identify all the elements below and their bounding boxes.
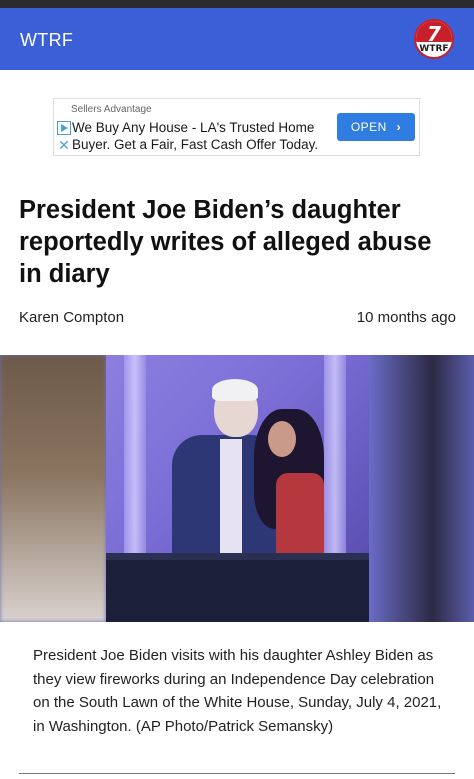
caption-area: President Joe Biden visits with his daug… [0,622,474,779]
article-author[interactable]: Karen Compton [19,309,124,326]
ad-open-button[interactable]: OPEN › [337,113,415,141]
article-timestamp: 10 months ago [356,309,456,326]
ad-banner[interactable]: Sellers Advantage ✕ We Buy Any House - L… [53,98,420,156]
photo-image [106,355,369,622]
photo-caption: President Joe Biden visits with his daug… [33,647,442,735]
ad-choices-icon[interactable] [57,121,71,135]
man-shirt [220,439,242,559]
photo-blur-left [0,355,106,622]
ad-open-label: OPEN [350,120,387,134]
ad-text[interactable]: We Buy Any House - LA's Trusted Home Buy… [72,119,342,153]
chevron-right-icon: › [396,120,402,134]
article-photo[interactable] [0,355,474,622]
man-hair [212,379,258,401]
station-logo[interactable]: 7 WTRF [414,19,454,59]
logo-numeral: 7 [427,22,441,46]
logo-text: WTRF [419,44,449,54]
status-strip [0,0,474,8]
divider [19,773,455,774]
woman-face [268,421,296,457]
article-headline: President Joe Biden’s daughter reportedl… [19,196,432,288]
balcony [106,560,369,622]
photo-blur-right [369,355,474,622]
site-title[interactable]: WTRF [20,30,73,51]
close-icon[interactable]: ✕ [57,139,71,153]
ad-advertiser: Sellers Advantage [71,104,152,115]
site-header: WTRF 7 WTRF [0,8,474,70]
